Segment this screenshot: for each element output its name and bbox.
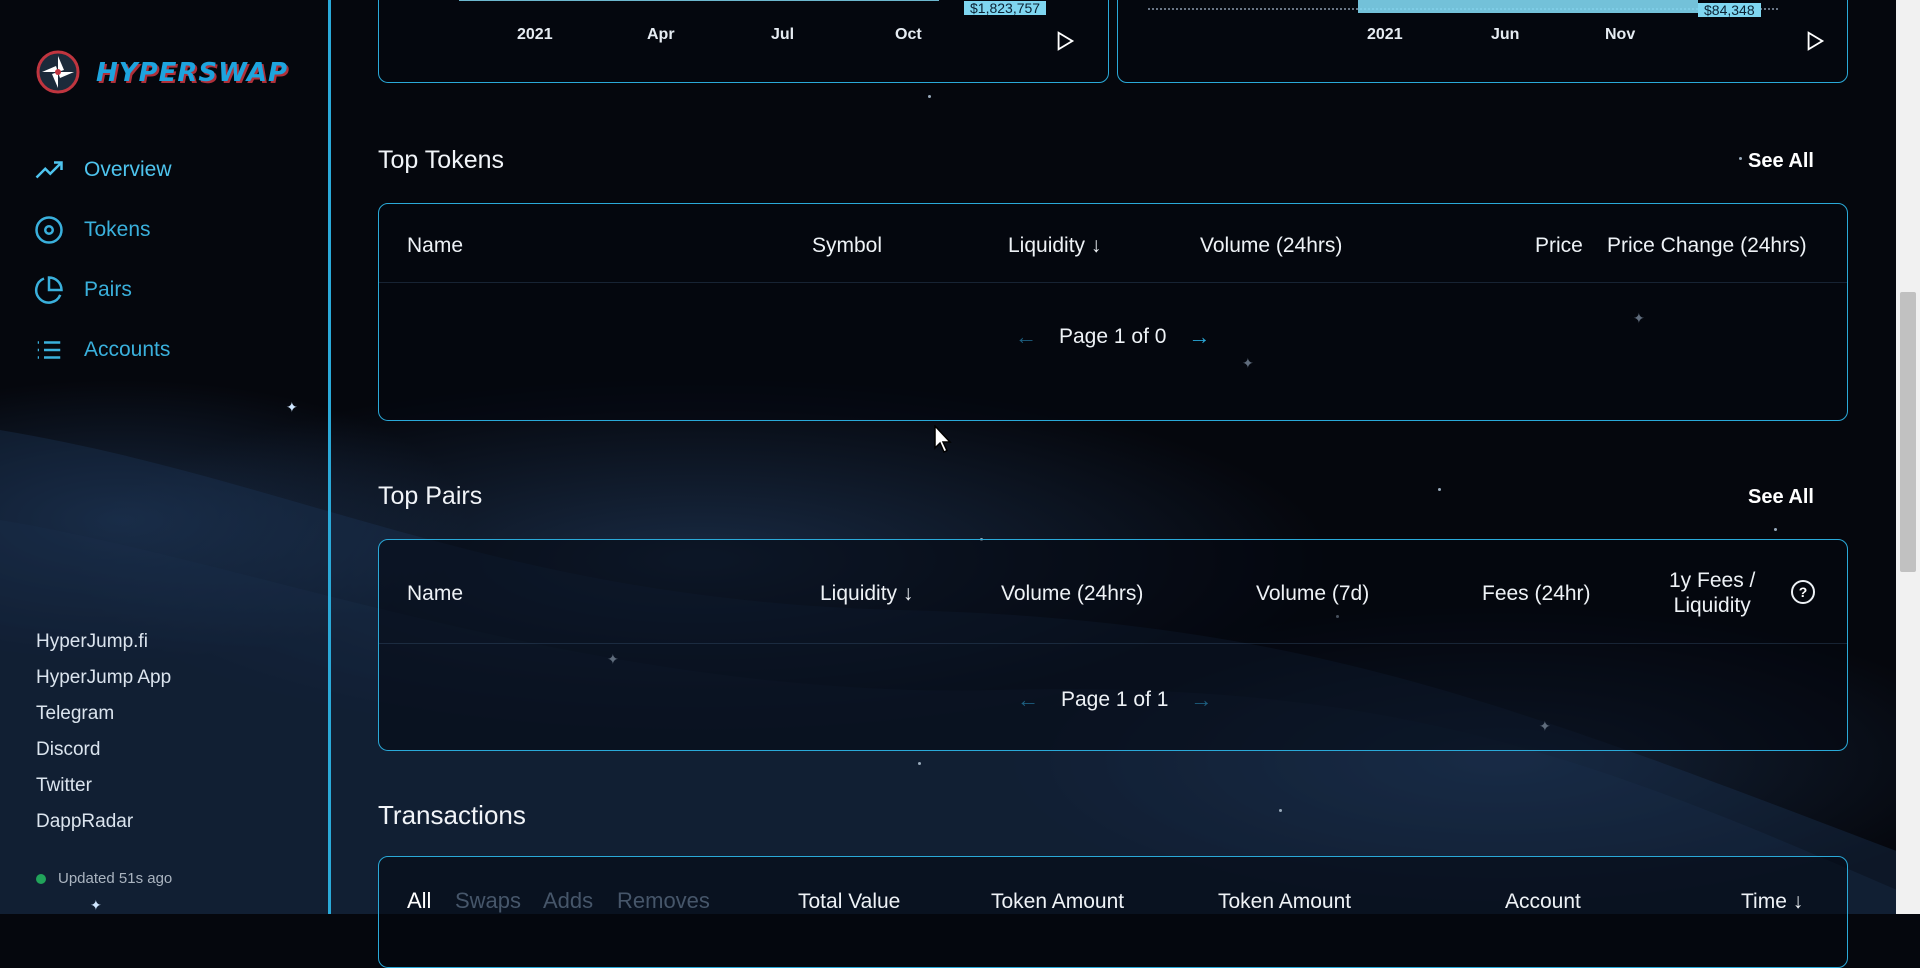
top-tokens-see-all-link[interactable]: See All [1748, 150, 1814, 173]
volume-chart-card: $84,348 2021 Jun Nov [1117, 0, 1848, 83]
header-line: Liquidity [1673, 594, 1751, 617]
x-tick-label: 2021 [517, 26, 553, 43]
star-dot [1438, 488, 1441, 491]
tab-all[interactable]: All [407, 888, 431, 914]
column-header-token-amount[interactable]: Token Amount [1218, 890, 1351, 914]
prev-page-arrow-icon[interactable]: ← [1015, 324, 1037, 350]
trending-up-icon [35, 161, 63, 179]
liquidity-chart-card: $1,823,757 2021 Apr Jul Oct [378, 0, 1109, 83]
updated-text: Updated 51s ago [58, 870, 173, 887]
sidebar-nav: Overview Tokens Pairs Accounts [34, 140, 172, 380]
brand-name: HYPERSWAP [96, 58, 289, 88]
transactions-title: Transactions [378, 800, 526, 830]
top-pairs-see-all-link[interactable]: See All [1748, 486, 1814, 509]
vertical-scrollbar[interactable] [1896, 0, 1920, 914]
star-dot [928, 95, 931, 98]
tab-adds[interactable]: Adds [543, 888, 593, 914]
link-discord[interactable]: Discord [36, 732, 171, 768]
table-divider [379, 282, 1847, 283]
x-tick-label: Nov [1605, 26, 1636, 43]
x-tick-label: Apr [647, 26, 675, 43]
column-header-time[interactable]: Time ↓ [1741, 890, 1803, 914]
nav-item-overview[interactable]: Overview [34, 140, 172, 200]
x-tick-label: Jun [1491, 26, 1520, 43]
hyperswap-logo[interactable]: HYPERSWAP [34, 48, 287, 98]
page-indicator: Page 1 of 0 [1059, 325, 1167, 348]
column-header-volume-24h[interactable]: Volume (24hrs) [1001, 582, 1143, 606]
column-header-account[interactable]: Account [1505, 890, 1581, 914]
column-header-volume-7d[interactable]: Volume (7d) [1256, 582, 1369, 606]
update-status: Updated 51s ago [36, 870, 172, 887]
prev-page-arrow-icon[interactable]: ← [1017, 687, 1039, 713]
mouse-cursor-icon [934, 425, 952, 454]
column-header-name[interactable]: Name [407, 582, 463, 606]
nav-item-label: Accounts [84, 338, 171, 361]
chart-area [459, 0, 939, 1]
pie-chart-icon [34, 276, 63, 304]
top-tokens-pagination: ← Page 1 of 0 → [993, 324, 1232, 350]
top-pairs-title: Top Pairs [378, 482, 483, 510]
next-page-arrow-icon[interactable]: → [1190, 687, 1212, 713]
play-icon[interactable] [1054, 30, 1076, 52]
top-tokens-table: Name Symbol Liquidity ↓ Volume (24hrs) P… [378, 203, 1848, 421]
link-hyperjump-app[interactable]: HyperJump App [36, 660, 171, 696]
column-header-symbol[interactable]: Symbol [812, 234, 882, 258]
link-dappradar[interactable]: DappRadar [36, 804, 171, 840]
header-line: 1y Fees / [1669, 569, 1756, 592]
column-header-token-amount[interactable]: Token Amount [991, 890, 1124, 914]
chart-value-label: $84,348 [1698, 3, 1761, 17]
star-dot [1774, 528, 1777, 531]
question-circle-icon[interactable]: ? [1791, 580, 1815, 604]
logo-mark-icon [36, 50, 80, 94]
nav-item-accounts[interactable]: Accounts [34, 320, 172, 380]
tab-removes[interactable]: Removes [617, 888, 710, 914]
scrollbar-thumb[interactable] [1900, 292, 1916, 572]
link-telegram[interactable]: Telegram [36, 696, 171, 732]
star-dot [918, 762, 921, 765]
column-header-fees-24h[interactable]: Fees (24hr) [1482, 582, 1591, 606]
column-header-price[interactable]: Price [1535, 234, 1583, 258]
star-dot [1279, 809, 1282, 812]
column-header-fees-liquidity[interactable]: 1y Fees / Liquidity [1669, 568, 1755, 618]
x-tick-label: Oct [895, 26, 922, 43]
link-twitter[interactable]: Twitter [36, 768, 171, 804]
list-icon [37, 341, 61, 359]
column-header-total-value[interactable]: Total Value [798, 890, 900, 914]
column-header-name[interactable]: Name [407, 234, 463, 258]
column-header-price-change[interactable]: Price Change (24hrs) [1607, 234, 1807, 258]
nav-item-label: Overview [84, 158, 172, 181]
nav-item-label: Tokens [84, 218, 151, 241]
x-tick-label: Jul [771, 26, 795, 43]
top-tokens-title: Top Tokens [378, 146, 505, 174]
nav-item-tokens[interactable]: Tokens [34, 200, 172, 260]
nav-item-pairs[interactable]: Pairs [34, 260, 172, 320]
next-page-arrow-icon[interactable]: → [1188, 324, 1210, 350]
chart-value-label: $1,823,757 [964, 1, 1047, 15]
column-header-liquidity[interactable]: Liquidity ↓ [820, 582, 913, 606]
disc-icon [35, 216, 63, 244]
chart-area [1148, 0, 1778, 13]
tab-swaps[interactable]: Swaps [455, 888, 521, 914]
link-hyperjump-fi[interactable]: HyperJump.fi [36, 624, 171, 660]
column-header-volume-24h[interactable]: Volume (24hrs) [1200, 234, 1342, 258]
x-tick-label: 2021 [1367, 26, 1403, 43]
play-icon[interactable] [1804, 30, 1826, 52]
top-pairs-pagination: ← Page 1 of 1 → [995, 687, 1234, 713]
page-indicator: Page 1 of 1 [1061, 688, 1169, 711]
sidebar: HYPERSWAP Overview Tokens Pairs Accounts… [0, 0, 331, 914]
star-dot [1739, 157, 1742, 160]
column-header-liquidity[interactable]: Liquidity ↓ [1008, 234, 1101, 258]
table-divider [379, 643, 1847, 644]
status-dot-icon [36, 873, 46, 884]
transactions-table: All Swaps Adds Removes Total Value Token… [378, 856, 1848, 968]
external-links: HyperJump.fi HyperJump App Telegram Disc… [36, 624, 171, 840]
nav-item-label: Pairs [84, 278, 132, 301]
top-pairs-table: Name Liquidity ↓ Volume (24hrs) Volume (… [378, 539, 1848, 751]
